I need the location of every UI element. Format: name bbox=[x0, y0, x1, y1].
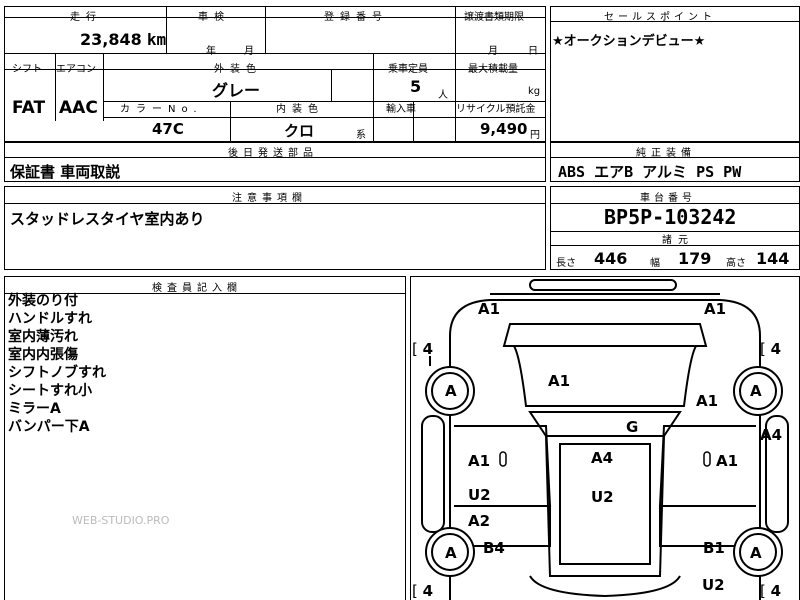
interior-color-value: クロ bbox=[284, 122, 315, 140]
interior-color-label: 内装色 bbox=[276, 104, 324, 115]
height-label: 高さ bbox=[726, 258, 746, 269]
label-quarter-r: B1 bbox=[703, 539, 725, 557]
remark-line: 室内薄汚れ bbox=[8, 329, 78, 345]
sales-point-value: ★オークションデビュー★ bbox=[552, 34, 706, 49]
remark-line: 室内内張傷 bbox=[8, 347, 78, 363]
label-sill-l: A2 bbox=[468, 512, 491, 530]
capacity-value: 5 bbox=[410, 77, 422, 96]
color-no-label: カラーNo. bbox=[120, 104, 203, 115]
color-no-value: 47C bbox=[152, 120, 184, 138]
width-value: 179 bbox=[678, 249, 712, 268]
import-label: 輸入車 bbox=[386, 104, 416, 115]
mileage-label: 走行 bbox=[70, 12, 102, 23]
label-door-fl: A1 bbox=[468, 452, 491, 470]
remark-line: 外装のり付 bbox=[8, 293, 78, 309]
label-tire-fr: [ 4 bbox=[760, 340, 782, 358]
transfer-month-unit: 月 bbox=[488, 46, 498, 57]
label-door-rl: U2 bbox=[468, 486, 491, 504]
chassis-value: BP5P-103242 bbox=[604, 205, 737, 229]
exterior-color-value: グレー bbox=[212, 81, 261, 100]
max-load-label: 最大積載量 bbox=[468, 64, 518, 75]
width-label: 幅 bbox=[650, 258, 660, 269]
exterior-color-label: 外装色 bbox=[214, 64, 262, 75]
inspection-month-unit: 月 bbox=[244, 46, 254, 57]
equipment-label: 純正装備 bbox=[636, 148, 696, 159]
sales-point-box bbox=[550, 6, 800, 142]
remark-line: ミラーA bbox=[8, 401, 61, 417]
label-tire-rr: [ 4 bbox=[760, 582, 782, 600]
later-parts-label: 後日発送部品 bbox=[228, 148, 318, 159]
transfer-label: 譲渡書類期限 bbox=[464, 12, 524, 23]
recycle-fee-unit: 円 bbox=[530, 130, 540, 141]
label-front-right: A1 bbox=[704, 300, 727, 318]
interior-color-unit: 系 bbox=[356, 130, 366, 141]
label-tire-fl: [ 4 bbox=[412, 340, 434, 358]
label-wheel-fr: A bbox=[750, 382, 762, 400]
remark-line: シートすれ小 bbox=[8, 383, 92, 399]
inspector-remarks: 外装のり付 ハンドルすれ 室内薄汚れ 室内内張傷 シフトノブすれ シートすれ小 … bbox=[8, 292, 106, 436]
label-quarter-l: B4 bbox=[483, 539, 505, 557]
recycle-fee-value: 9,490 bbox=[480, 120, 528, 138]
chassis-label: 車台番号 bbox=[640, 193, 696, 204]
notes-label: 注意事項欄 bbox=[232, 193, 307, 204]
shift-label: シフト bbox=[12, 64, 42, 75]
mileage-value: 23,848 km bbox=[80, 30, 167, 49]
length-value: 446 bbox=[594, 249, 628, 268]
label-fender-r2: A4 bbox=[760, 426, 783, 444]
aircon-value: AAC bbox=[59, 98, 98, 118]
max-load-unit: kg bbox=[528, 86, 541, 97]
notes-value: スタッドレスタイヤ室内あり bbox=[10, 210, 205, 228]
label-wheel-rr: A bbox=[750, 544, 762, 562]
remark-line: ハンドルすれ bbox=[8, 311, 92, 327]
capacity-unit: 人 bbox=[438, 90, 448, 101]
inspection-year-unit: 年 bbox=[206, 46, 216, 57]
label-tire-rl: [ 4 bbox=[412, 582, 434, 600]
inspection-label: 車検 bbox=[198, 12, 230, 23]
capacity-label: 乗車定員 bbox=[388, 64, 428, 75]
recycle-label: リサイクル預託金 bbox=[456, 104, 536, 115]
label-door-fr: A1 bbox=[716, 452, 739, 470]
sales-point-label: セールスポイント bbox=[604, 12, 716, 23]
car-diagram bbox=[421, 279, 789, 600]
specs-label: 諸元 bbox=[662, 235, 694, 246]
label-windshield: G bbox=[626, 418, 639, 436]
label-roof: A4 bbox=[591, 449, 614, 467]
label-front-left: A1 bbox=[478, 300, 501, 318]
label-fender-r: A1 bbox=[696, 392, 719, 410]
inspector-label: 検査員記入欄 bbox=[152, 283, 242, 294]
aircon-label: エアコン bbox=[56, 64, 96, 75]
label-wheel-fl: A bbox=[445, 382, 457, 400]
label-rear: U2 bbox=[702, 576, 725, 594]
equipment-value: ABS エアB アルミ PS PW bbox=[558, 163, 742, 181]
label-hood: A1 bbox=[548, 372, 571, 390]
remark-line: バンパー下A bbox=[8, 419, 90, 435]
label-roof-rear: U2 bbox=[591, 488, 614, 506]
label-wheel-rl: A bbox=[445, 544, 457, 562]
registration-label: 登録番号 bbox=[324, 12, 388, 23]
height-value: 144 bbox=[756, 249, 790, 268]
transfer-day-unit: 日 bbox=[528, 46, 538, 57]
remark-line: シフトノブすれ bbox=[8, 365, 106, 381]
watermark: WEB-STUDIO.PRO bbox=[72, 514, 170, 527]
shift-value: FAT bbox=[12, 98, 46, 118]
length-label: 長さ bbox=[556, 258, 576, 269]
later-parts-value: 保証書 車両取説 bbox=[10, 163, 121, 181]
